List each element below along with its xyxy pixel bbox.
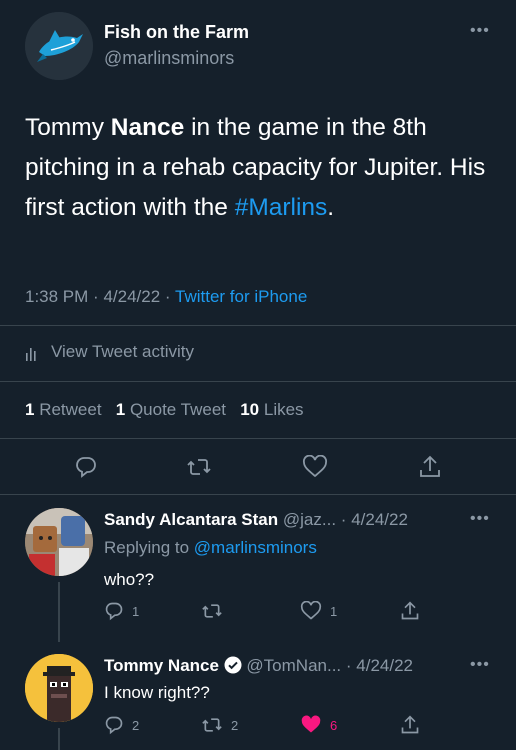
retweet-button[interactable] bbox=[201, 601, 231, 621]
divider bbox=[0, 494, 516, 495]
like-count: 6 bbox=[330, 717, 338, 733]
like-button[interactable]: 1 bbox=[300, 601, 337, 621]
view-activity-link[interactable]: View Tweet activity bbox=[25, 342, 194, 362]
reply-icon bbox=[105, 602, 123, 621]
more-dots-icon[interactable]: ••• bbox=[470, 511, 490, 527]
reply-button[interactable]: 2 bbox=[104, 715, 139, 735]
divider bbox=[0, 325, 516, 326]
author-name[interactable]: Fish on the Farm bbox=[104, 22, 249, 43]
divider bbox=[0, 438, 516, 439]
analytics-icon bbox=[25, 342, 41, 362]
share-icon bbox=[401, 715, 419, 734]
reply-icon bbox=[76, 457, 96, 478]
share-button[interactable] bbox=[400, 714, 420, 736]
author-avatar[interactable] bbox=[25, 12, 93, 80]
reply-date[interactable]: 4/24/22 bbox=[356, 656, 413, 675]
reply-text: who?? bbox=[104, 570, 155, 589]
reply-author-handle[interactable]: @TomNan... bbox=[246, 656, 341, 675]
verified-badge-icon bbox=[224, 656, 242, 674]
meta-separator: · bbox=[345, 656, 352, 675]
replying-prefix: Replying to bbox=[104, 538, 194, 557]
marlin-logo-icon bbox=[25, 12, 93, 80]
tweet-text-bold: Nance bbox=[110, 114, 185, 141]
more-dots-icon[interactable]: ••• bbox=[470, 657, 490, 673]
reply-text: I know right?? bbox=[104, 683, 210, 702]
tweet-time[interactable]: 1:38 PM bbox=[25, 287, 88, 306]
reply-date[interactable]: 4/24/22 bbox=[351, 510, 408, 529]
thread-connector bbox=[58, 728, 60, 750]
view-activity-label: View Tweet activity bbox=[51, 342, 194, 361]
meta-separator: · bbox=[340, 510, 347, 529]
quotes-count: 1 bbox=[115, 400, 126, 419]
tweet-text: Tommy Nance in the game in the 8th pitch… bbox=[25, 108, 495, 228]
replying-to-link[interactable]: @marlinsminors bbox=[194, 538, 317, 557]
retweet-icon bbox=[187, 459, 211, 475]
retweet-icon bbox=[202, 718, 222, 732]
heart-icon bbox=[303, 455, 327, 478]
tweet-text-end: . bbox=[327, 194, 335, 221]
share-button[interactable] bbox=[418, 454, 442, 480]
tweet-text-part: Tommy bbox=[25, 114, 111, 141]
retweet-icon bbox=[202, 604, 222, 618]
likes-stat[interactable]: 10 Likes bbox=[240, 400, 303, 419]
quotes-label: Quote Tweet bbox=[129, 400, 227, 419]
like-button[interactable]: 6 bbox=[300, 715, 337, 735]
reply-avatar[interactable] bbox=[25, 654, 93, 722]
retweets-stat[interactable]: 1 Retweet bbox=[25, 400, 102, 419]
heart-icon bbox=[300, 601, 322, 620]
meta-separator: · bbox=[93, 287, 99, 306]
reply-author-handle[interactable]: @jaz... bbox=[283, 510, 336, 529]
thread-connector bbox=[58, 582, 60, 642]
likes-count: 10 bbox=[240, 400, 260, 419]
hashtag-link[interactable]: #Marlins bbox=[235, 194, 328, 221]
reply-header: Tommy Nance @TomNan... · 4/24/22 bbox=[104, 656, 413, 676]
reply-count: 1 bbox=[132, 603, 140, 619]
meta-separator: · bbox=[164, 287, 171, 306]
reply-icon bbox=[105, 716, 123, 735]
retweets-label: Retweet bbox=[39, 400, 102, 419]
reply-button[interactable]: 1 bbox=[104, 601, 139, 621]
retweet-button[interactable] bbox=[186, 455, 212, 479]
share-icon bbox=[420, 455, 440, 477]
avatar-photo bbox=[25, 508, 93, 576]
reply-count: 2 bbox=[132, 717, 140, 733]
retweet-count: 2 bbox=[231, 717, 239, 733]
retweet-button[interactable]: 2 bbox=[201, 715, 238, 735]
reply-avatar[interactable] bbox=[25, 508, 93, 576]
engagement-stats: 1 Retweet 1 Quote Tweet 10 Likes bbox=[25, 400, 304, 420]
reply-author-name[interactable]: Sandy Alcantara Stan bbox=[104, 510, 278, 529]
reply-button[interactable] bbox=[74, 455, 98, 479]
share-icon bbox=[401, 601, 419, 620]
likes-label: Likes bbox=[263, 400, 304, 419]
tweet-source[interactable]: Twitter for iPhone bbox=[175, 287, 307, 306]
more-dots-icon[interactable]: ••• bbox=[470, 23, 490, 39]
reply-author-name[interactable]: Tommy Nance bbox=[104, 656, 219, 675]
author-handle[interactable]: @marlinsminors bbox=[104, 48, 234, 69]
pixel-punk-avatar bbox=[25, 654, 93, 722]
heart-filled-icon bbox=[301, 715, 321, 733]
like-count: 1 bbox=[330, 603, 338, 619]
like-button[interactable] bbox=[302, 455, 328, 479]
replying-to: Replying to @marlinsminors bbox=[104, 538, 317, 558]
reply-header: Sandy Alcantara Stan @jaz... · 4/24/22 bbox=[104, 510, 408, 530]
tweet-meta: 1:38 PM · 4/24/22 · Twitter for iPhone bbox=[25, 287, 307, 307]
tweet-date[interactable]: 4/24/22 bbox=[103, 287, 160, 306]
divider bbox=[0, 381, 516, 382]
retweets-count: 1 bbox=[25, 400, 35, 419]
share-button[interactable] bbox=[400, 600, 420, 622]
quotes-stat[interactable]: 1 Quote Tweet bbox=[116, 400, 226, 419]
